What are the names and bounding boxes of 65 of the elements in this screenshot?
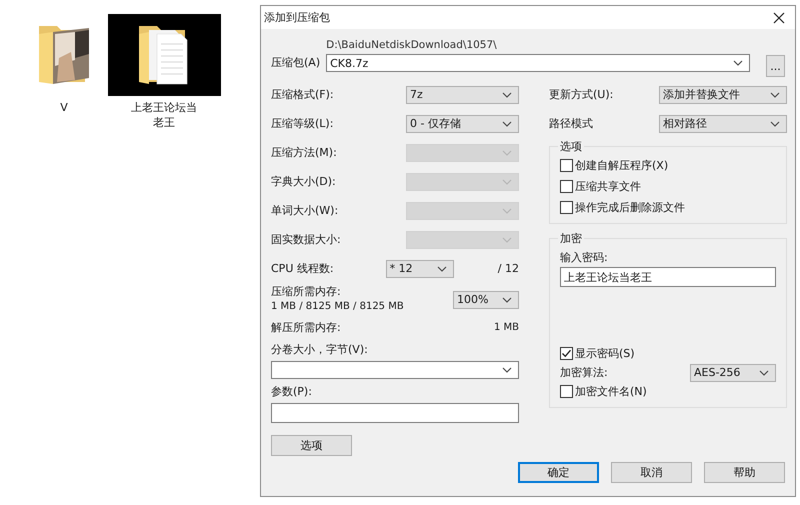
- field-label: 压缩包(A): [271, 56, 320, 70]
- field-label: 单词大小(W):: [271, 204, 338, 218]
- chevron-icon: [733, 60, 744, 66]
- password-field[interactable]: 上老王论坛当老王: [560, 267, 776, 287]
- group-title: 加密: [558, 231, 584, 246]
- chevron-icon: [436, 266, 447, 272]
- field-label: CPU 线程数:: [271, 262, 334, 276]
- dialog-button[interactable]: 取消: [611, 462, 692, 483]
- folder-name[interactable]: 上老王论坛当老王: [129, 100, 199, 130]
- field-label: 分卷大小，字节(V):: [271, 343, 369, 357]
- browse-button[interactable]: ...: [766, 55, 785, 77]
- chevron-icon: [502, 208, 512, 214]
- thread-total: / 12: [498, 262, 519, 275]
- field-label: 压缩所需内存:: [271, 285, 342, 299]
- chevron-icon: [770, 120, 780, 126]
- archive-path: D:\BaiduNetdiskDownload\1057\: [326, 39, 498, 51]
- group-title: 选项: [558, 139, 584, 154]
- dropdown[interactable]: 7z: [406, 86, 519, 104]
- chevron-icon: [502, 367, 512, 373]
- archive-name-combo[interactable]: CK8.7z: [326, 54, 750, 72]
- checkbox-label: 创建自解压程序(X): [575, 158, 668, 173]
- window-title: 添加到压缩包: [264, 10, 330, 25]
- dropdown[interactable]: 100%: [453, 290, 519, 308]
- checkbox[interactable]: [560, 347, 573, 360]
- checkbox-label: 操作完成后删除源文件: [575, 200, 685, 215]
- field-label: 加密算法:: [560, 366, 608, 380]
- field-label: 输入密码:: [560, 251, 609, 265]
- dialog-button[interactable]: 确定: [518, 462, 599, 483]
- field-label: 压缩格式(F):: [271, 88, 334, 102]
- memory-value: 1 MB: [494, 321, 519, 335]
- chevron-icon: [502, 296, 512, 302]
- checkbox[interactable]: [560, 385, 573, 398]
- memory-usage: 1 MB / 8125 MB / 8125 MB: [271, 300, 404, 314]
- parameters-field[interactable]: [271, 403, 519, 423]
- chevron-icon: [502, 236, 512, 242]
- dropdown[interactable]: 添加并替换文件: [659, 86, 787, 104]
- options-button[interactable]: 选项: [271, 435, 352, 456]
- field-label: 路径模式: [549, 116, 593, 130]
- checkbox[interactable]: [560, 159, 573, 172]
- volume-size-combo[interactable]: [271, 361, 519, 379]
- checkbox-label: 显示密码(S): [575, 346, 635, 361]
- dropdown[interactable]: * 12: [386, 260, 454, 278]
- checkbox-label: 加密文件名(N): [575, 384, 647, 399]
- chevron-icon: [502, 120, 512, 126]
- dropdown[interactable]: AES-256: [690, 364, 776, 382]
- chevron-icon: [502, 178, 512, 184]
- field-label: 压缩等级(L):: [271, 116, 334, 130]
- folder-name[interactable]: V: [29, 100, 99, 115]
- chevron-icon: [502, 150, 512, 156]
- close-icon[interactable]: [773, 12, 785, 24]
- checkbox[interactable]: [560, 201, 573, 214]
- field-label: 字典大小(D):: [271, 174, 336, 188]
- dropdown[interactable]: 相对路径: [659, 114, 787, 132]
- field-label: 压缩方法(M):: [271, 146, 337, 160]
- dialog-button[interactable]: 帮助: [704, 462, 785, 483]
- chevron-icon: [770, 92, 780, 98]
- chevron-icon: [502, 92, 512, 98]
- checkbox[interactable]: [560, 180, 573, 193]
- checkbox-label: 压缩共享文件: [575, 179, 641, 194]
- chevron-icon: [759, 370, 769, 376]
- field-label: 参数(P):: [271, 385, 313, 399]
- dropdown[interactable]: 0 - 仅存储: [406, 114, 519, 132]
- field-label: 固实数据大小:: [271, 232, 341, 246]
- field-label: 解压所需内存:: [271, 321, 341, 335]
- field-label: 更新方式(U):: [549, 88, 614, 102]
